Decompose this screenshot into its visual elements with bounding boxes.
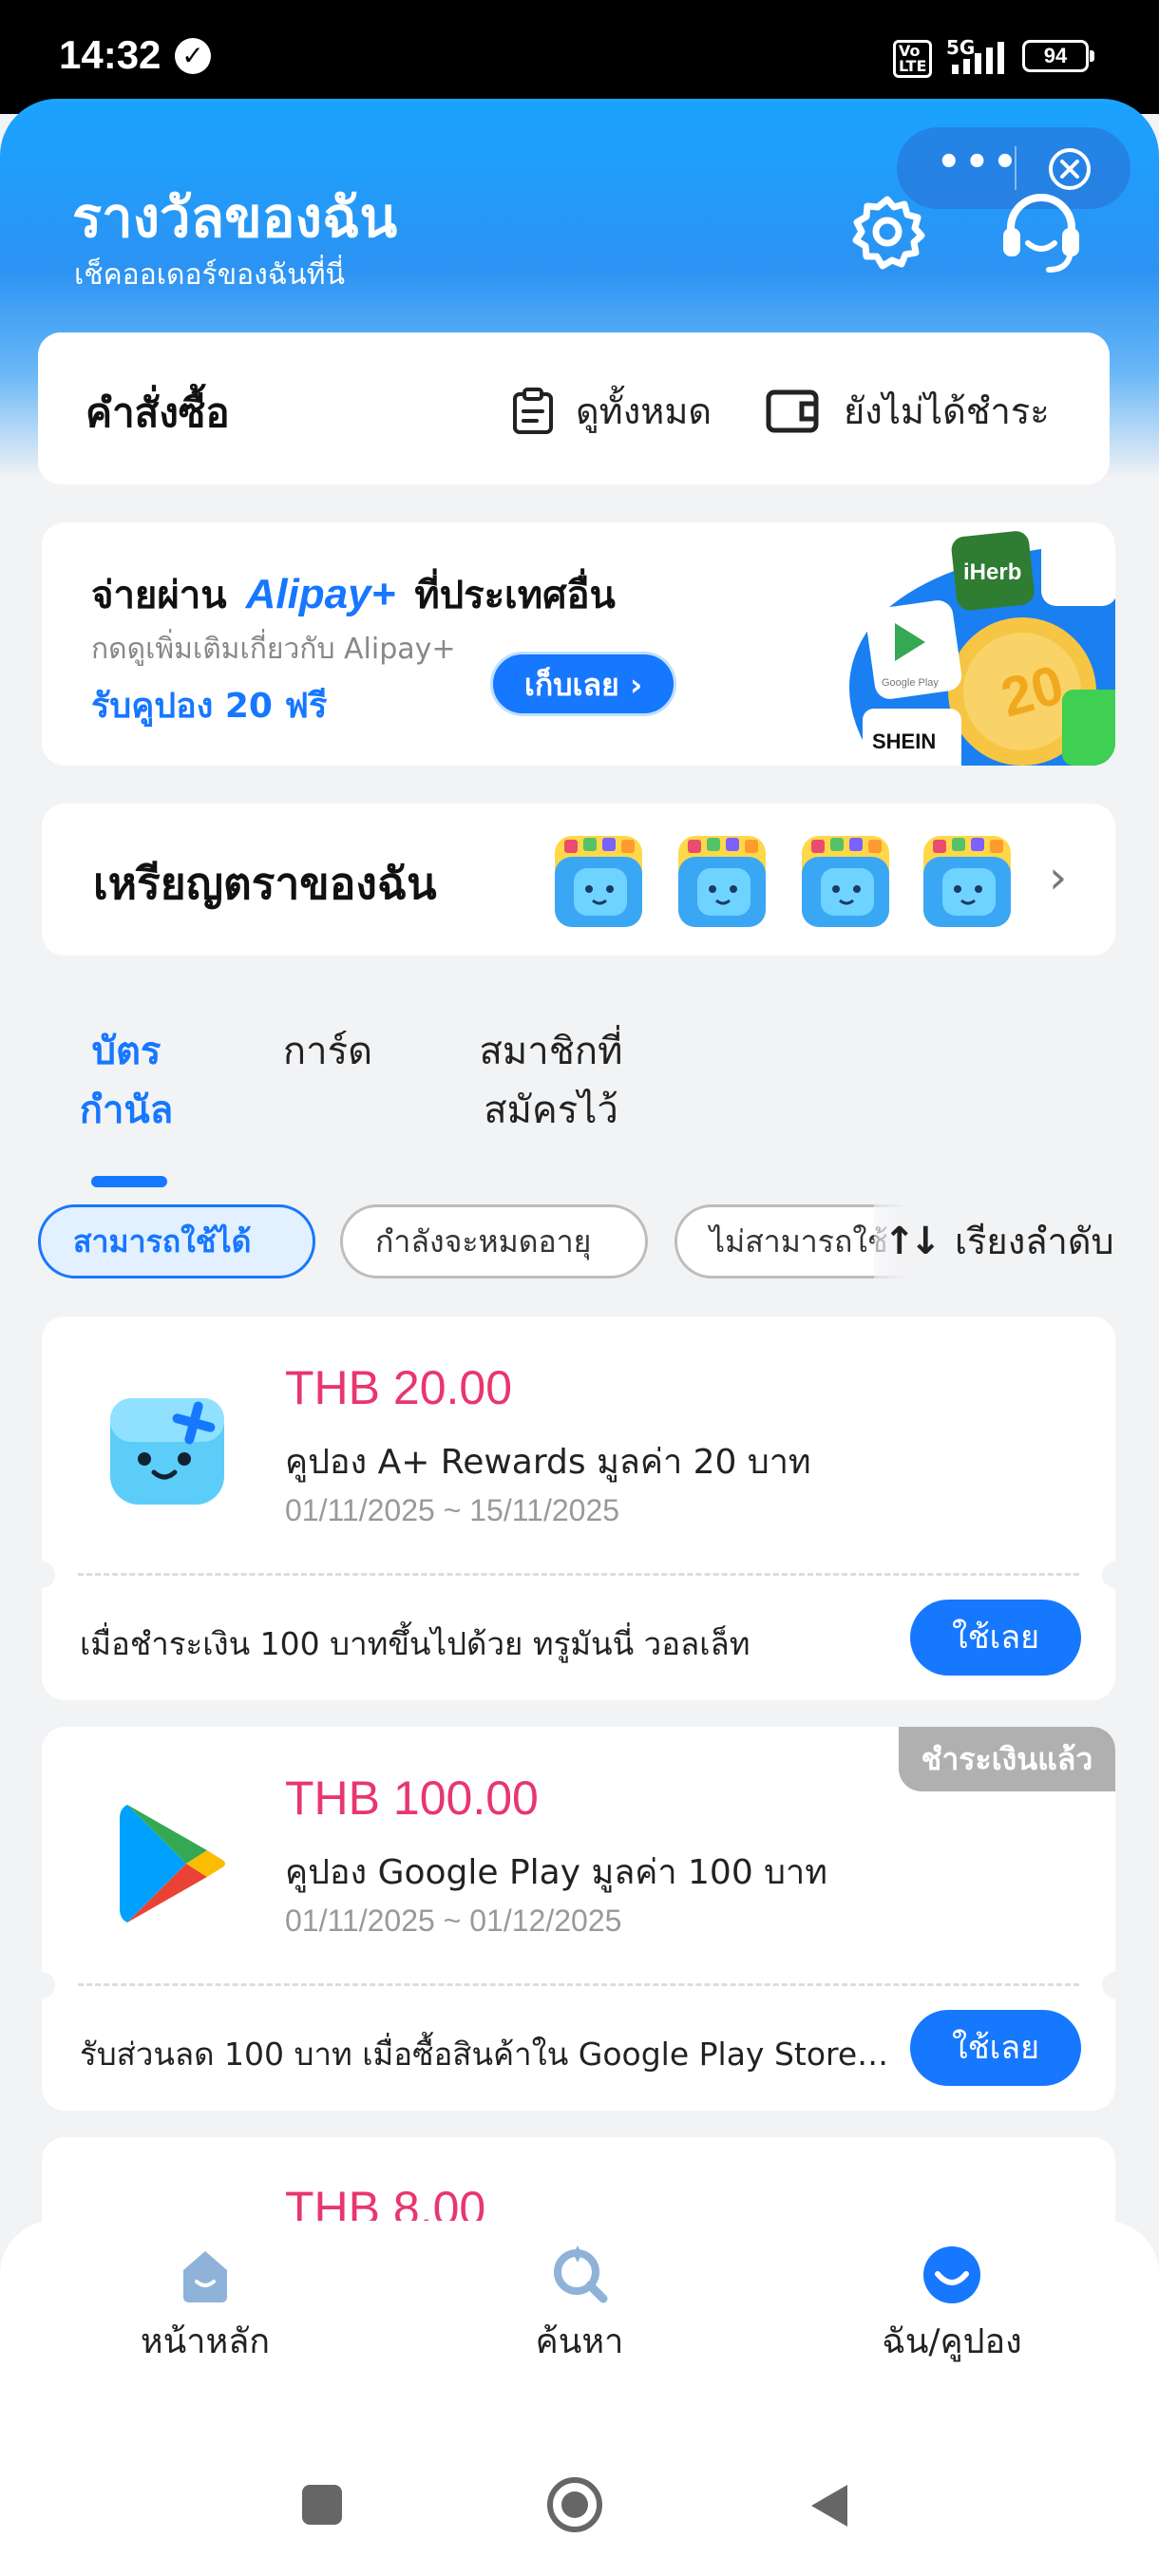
status-time: 14:32: [59, 32, 162, 77]
google-play-text: Google Play: [882, 677, 939, 689]
coupon-amount: THB 20.00: [285, 1361, 513, 1414]
view-all-label: ดูทั้งหมด: [576, 390, 712, 432]
view-all-orders-button[interactable]: ดูทั้งหมด: [511, 382, 712, 440]
coupon-condition: รับส่วนลด 100 บาท เมื่อซื้อสินค้าใน Goog…: [80, 2036, 897, 2073]
close-icon[interactable]: [1047, 146, 1092, 192]
ticket-divider: [78, 1573, 1079, 1576]
coupon-amount: THB 100.00: [285, 1771, 539, 1825]
a-plus-rewards-mascot-icon: [110, 1398, 224, 1505]
banner-headline: จ่ายผ่าน Alipay+ ที่ประเทศอื่น: [91, 564, 616, 625]
medals-label: เหรียญตราของฉัน: [93, 858, 437, 909]
banner-abroad: ที่ประเทศอื่น: [414, 574, 616, 617]
status-bar: 14:32 ✓ Vo LTE 5G 94: [0, 0, 1159, 114]
more-icon[interactable]: •••: [937, 141, 1021, 184]
tab-cards[interactable]: การ์ด: [256, 1022, 399, 1081]
sort-button[interactable]: ↑↓ เรียงลำดับ: [884, 1212, 1114, 1270]
me-coupon-icon: [923, 2246, 980, 2303]
nav-search[interactable]: ค้นหา: [466, 2242, 694, 2368]
recents-icon[interactable]: [298, 2481, 346, 2529]
page-title: รางวัลของฉัน: [72, 185, 398, 250]
coupon-dates: 01/11/2025 ~ 01/12/2025: [285, 1904, 622, 1938]
ticket-notch: [1102, 1562, 1115, 1588]
sort-icon: ↑↓: [884, 1219, 941, 1263]
unpaid-label: ยังไม่ได้ชำระ: [844, 390, 1050, 432]
tab-memberships[interactable]: สมาชิกที่ สมัครไว้: [446, 1022, 656, 1140]
alipay-logo: Alipay+: [245, 571, 396, 617]
filter-available[interactable]: สามารถใช้ได้: [38, 1204, 315, 1279]
tab-cards-line1: การ์ด: [282, 1030, 373, 1073]
orders-card: คำสั่งซื้อ ดูทั้งหมด ยังไม่ได้ชำระ: [38, 332, 1110, 484]
check-icon: ✓: [175, 38, 211, 74]
banner-pay-via: จ่ายผ่าน: [91, 574, 227, 617]
volte-icon: Vo LTE: [893, 40, 933, 78]
medal-badge-icon: [555, 836, 642, 927]
orders-label: คำสั่งซื้อ: [86, 389, 230, 436]
coupon-name: คูปอง Google Play มูลค่า 100 บาท: [285, 1853, 827, 1892]
tab-memberships-line2: สมัครไว้: [484, 1089, 618, 1132]
unpaid-orders-button[interactable]: ยังไม่ได้ชำระ: [766, 382, 1050, 440]
ticket-divider: [78, 1983, 1079, 1986]
promo-art-image: iHerb 20 Google Play SHEIN: [849, 531, 1115, 766]
alipay-promo-banner[interactable]: จ่ายผ่าน Alipay+ ที่ประเทศอื่น กดดูเพิ่ม…: [42, 522, 1115, 766]
coupon-name: คูปอง A+ Rewards มูลค่า 20 บาท: [285, 1443, 811, 1482]
coupon-card[interactable]: ชำระเงินแล้ว THB 100.00 คูปอง Google Pla…: [42, 1727, 1115, 2111]
tab-memberships-line1: สมาชิกที่: [479, 1030, 623, 1073]
home-system-icon[interactable]: [545, 2475, 604, 2534]
nav-me-coupon-label: ฉัน/คูปอง: [882, 2322, 1022, 2361]
capsule-divider: [1015, 146, 1016, 190]
nav-home[interactable]: หน้าหลัก: [91, 2242, 319, 2368]
medal-badge-icon: [802, 836, 889, 927]
coupon-dates: 01/11/2025 ~ 15/11/2025: [285, 1493, 620, 1527]
active-tab-indicator: [91, 1176, 167, 1187]
tab-vouchers[interactable]: บัตร กำนัล: [55, 1022, 198, 1140]
system-navigation-bar: [0, 2460, 1159, 2559]
nav-home-label: หน้าหลัก: [140, 2322, 271, 2361]
use-now-button[interactable]: ใช้เลย: [910, 2010, 1081, 2086]
my-medals-card[interactable]: เหรียญตราของฉัน ›: [42, 804, 1115, 956]
iherb-text: iHerb: [963, 559, 1021, 585]
shein-text: SHEIN: [872, 729, 936, 753]
tab-vouchers-line1: บัตร: [91, 1030, 162, 1073]
coupon-card[interactable]: THB 20.00 คูปอง A+ Rewards มูลค่า 20 บาท…: [42, 1316, 1115, 1700]
signal-icon: [952, 42, 1004, 74]
medal-badge-icon: [678, 836, 766, 927]
filter-expiring[interactable]: กำลังจะหมดอายุ: [340, 1204, 648, 1279]
page-subtitle: เช็คออเดอร์ของฉันที่นี่: [74, 258, 345, 292]
tab-vouchers-line2: กำนัล: [79, 1089, 174, 1132]
banner-more-info: กดดูเพิ่มเติมเกี่ยวกับ Alipay+: [91, 633, 456, 666]
search-icon: [554, 2245, 608, 2303]
nav-search-label: ค้นหา: [535, 2322, 624, 2361]
nav-me-coupon[interactable]: ฉัน/คูปอง: [838, 2242, 1066, 2368]
customer-service-icon[interactable]: [999, 190, 1083, 275]
paid-badge: ชำระเงินแล้ว: [899, 1727, 1115, 1791]
gear-icon[interactable]: [849, 194, 925, 270]
ticket-notch: [42, 1562, 55, 1588]
collect-coupon-button[interactable]: เก็บเลย ›: [490, 652, 676, 716]
home-icon: [183, 2251, 227, 2302]
clipboard-icon: [513, 387, 553, 434]
back-icon[interactable]: [806, 2481, 853, 2530]
wallet-icon: [766, 389, 819, 432]
google-play-icon: [120, 1805, 225, 1923]
sort-label: เรียงลำดับ: [955, 1221, 1114, 1262]
coupon-condition: เมื่อชำระเงิน 100 บาทขึ้นไปด้วย ทรูมันนี…: [80, 1625, 750, 1662]
banner-offer: รับคูปอง 20 ฟรี: [91, 687, 328, 726]
use-now-button[interactable]: ใช้เลย: [910, 1600, 1081, 1676]
battery-icon: 94: [1022, 40, 1094, 72]
ticket-notch: [1102, 1972, 1115, 1998]
ticket-notch: [42, 1972, 55, 1998]
chevron-right-icon: ›: [1049, 851, 1068, 904]
medal-badge-icon: [923, 836, 1011, 927]
